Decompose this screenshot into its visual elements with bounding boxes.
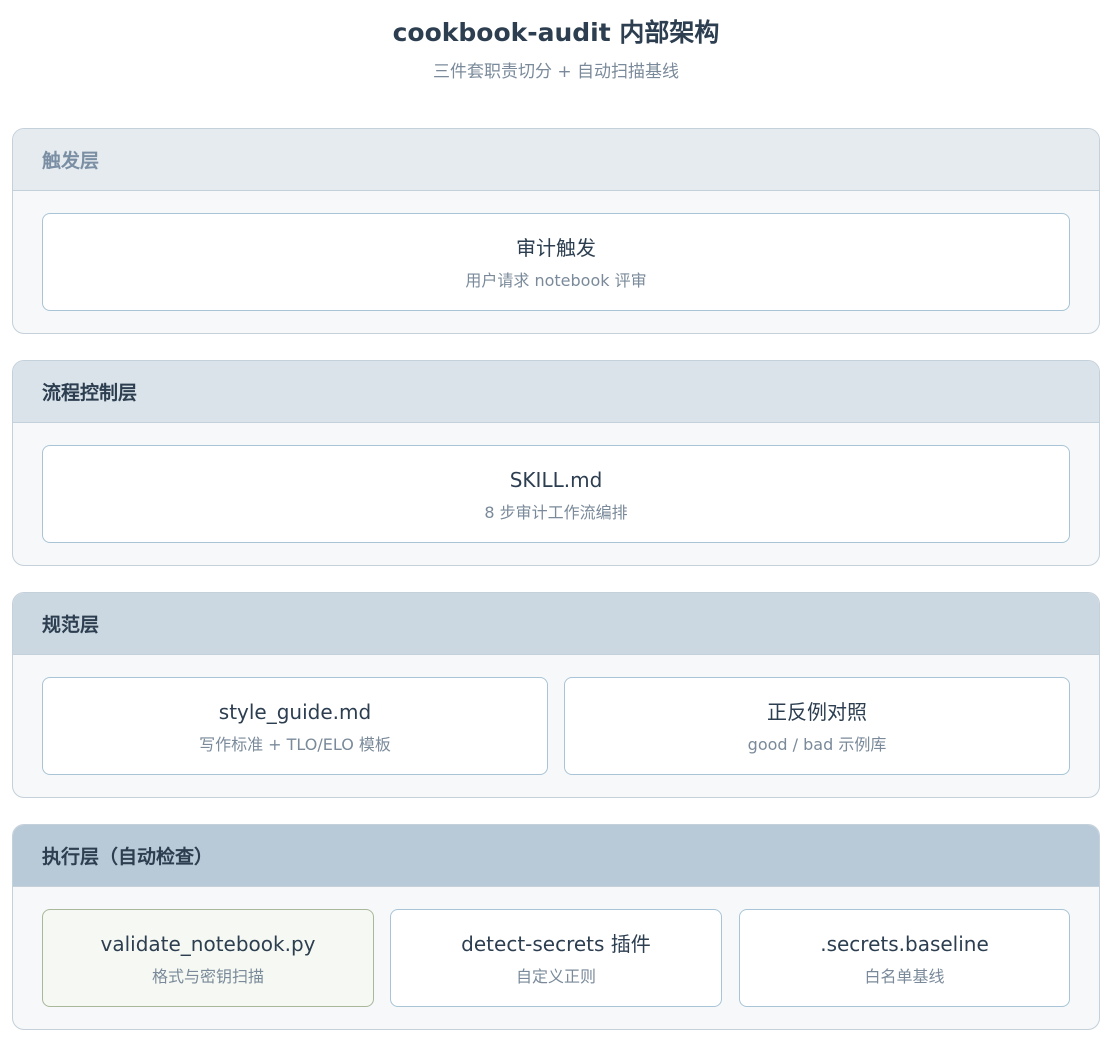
node-validate-notebook: validate_notebook.py 格式与密钥扫描 (42, 909, 374, 1007)
node-title: 审计触发 (516, 236, 596, 260)
layer-trigger-header: 触发层 (13, 129, 1099, 191)
layer-flow-control: 流程控制层 SKILL.md 8 步审计工作流编排 (12, 360, 1100, 566)
diagram-title: cookbook-audit 内部架构 (392, 18, 720, 47)
node-skill-md: SKILL.md 8 步审计工作流编排 (42, 445, 1070, 543)
layer-trigger-body: 审计触发 用户请求 notebook 评审 (13, 191, 1099, 333)
node-title: detect-secrets 插件 (461, 932, 651, 956)
layer-spec: 规范层 style_guide.md 写作标准 + TLO/ELO 模板 正反例… (12, 592, 1100, 798)
layer-spec-body: style_guide.md 写作标准 + TLO/ELO 模板 正反例对照 g… (13, 655, 1099, 797)
node-secrets-baseline: .secrets.baseline 白名单基线 (739, 909, 1070, 1007)
node-examples: 正反例对照 good / bad 示例库 (564, 677, 1070, 775)
layer-execution: 执行层（自动检查） validate_notebook.py 格式与密钥扫描 d… (12, 824, 1100, 1030)
layer-spec-header: 规范层 (13, 593, 1099, 655)
node-subtitle: 格式与密钥扫描 (151, 967, 264, 986)
node-title: SKILL.md (509, 468, 603, 492)
layer-flow-control-header: 流程控制层 (13, 361, 1099, 423)
layer-execution-header: 执行层（自动检查） (13, 825, 1099, 887)
diagram-subtitle: 三件套职责切分 + 自动扫描基线 (432, 62, 680, 82)
layer-execution-body: validate_notebook.py 格式与密钥扫描 detect-secr… (13, 887, 1099, 1029)
node-title: 正反例对照 (767, 700, 867, 724)
layer-flow-control-body: SKILL.md 8 步审计工作流编排 (13, 423, 1099, 565)
node-subtitle: 自定义正则 (515, 967, 596, 986)
node-detect-secrets: detect-secrets 插件 自定义正则 (390, 909, 722, 1007)
node-subtitle: 用户请求 notebook 评审 (465, 271, 647, 290)
node-subtitle: 白名单基线 (864, 967, 945, 986)
layer-trigger: 触发层 审计触发 用户请求 notebook 评审 (12, 128, 1100, 334)
node-title: style_guide.md (218, 700, 372, 724)
node-title: validate_notebook.py (100, 932, 316, 956)
node-subtitle: 写作标准 + TLO/ELO 模板 (199, 735, 391, 754)
node-style-guide: style_guide.md 写作标准 + TLO/ELO 模板 (42, 677, 548, 775)
node-subtitle: good / bad 示例库 (747, 735, 887, 754)
node-subtitle: 8 步审计工作流编排 (484, 503, 628, 522)
node-title: .secrets.baseline (820, 932, 989, 956)
node-audit-trigger: 审计触发 用户请求 notebook 评审 (42, 213, 1070, 311)
